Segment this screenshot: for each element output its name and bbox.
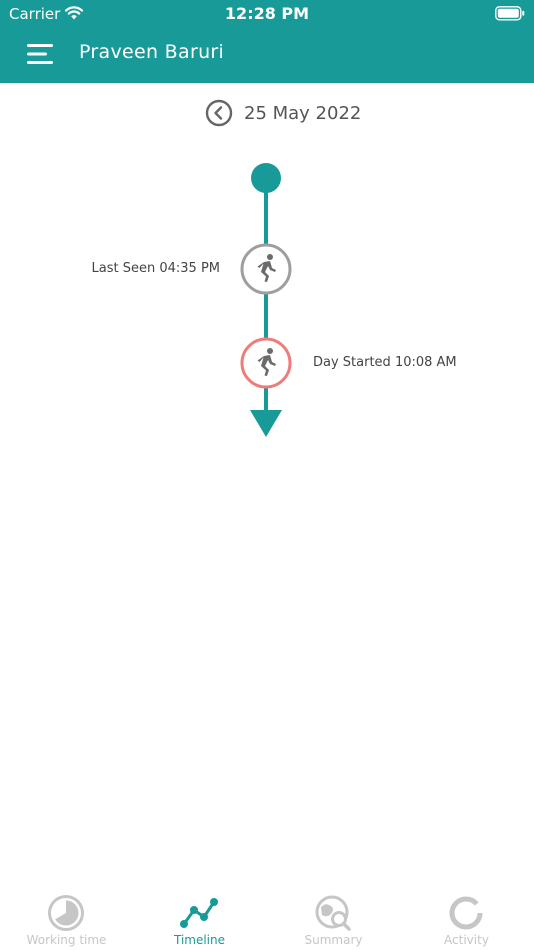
tab-label: Working time <box>26 933 107 947</box>
tab-label: Timeline <box>173 933 226 947</box>
event-label-last-seen: Last Seen 04:35 PM <box>91 261 220 276</box>
app-header: Carrier 12:28 PM Praveen Baruri <box>0 0 534 83</box>
battery-icon <box>495 6 525 21</box>
event-label-day-started: Day Started 10:08 AM <box>313 355 457 370</box>
chevron-left-circle-icon[interactable] <box>205 99 233 127</box>
line-graph-icon <box>180 898 218 928</box>
tab-activity[interactable]: Activity <box>400 888 533 950</box>
tab-timeline[interactable]: Timeline <box>133 888 266 950</box>
selected-date: 25 May 2022 <box>244 103 362 124</box>
tab-summary[interactable]: Summary <box>267 888 400 950</box>
tab-label: Summary <box>304 933 363 947</box>
timeline-end-arrow <box>250 410 282 437</box>
pie-clock-icon <box>48 895 84 931</box>
globe-search-icon <box>315 895 351 931</box>
ring-progress-icon <box>449 896 483 930</box>
date-navigator: 25 May 2022 <box>0 98 534 130</box>
timeline: Last Seen 04:35 PM Day Started 10:08 AM <box>0 150 534 450</box>
hamburger-menu-icon[interactable] <box>27 43 55 65</box>
tab-working-time[interactable]: Working time <box>0 888 133 950</box>
status-bar: Carrier 12:28 PM <box>0 0 534 28</box>
bottom-tab-bar: Working time Timeline Summary Activity <box>0 888 534 950</box>
timeline-graphic <box>240 163 292 437</box>
timeline-event-last-seen[interactable] <box>240 243 292 295</box>
status-time: 12:28 PM <box>224 4 310 23</box>
timeline-event-day-started[interactable] <box>240 337 292 389</box>
timeline-start-dot <box>251 163 281 193</box>
tab-label: Activity <box>444 933 489 947</box>
page-title: Praveen Baruri <box>79 41 225 63</box>
